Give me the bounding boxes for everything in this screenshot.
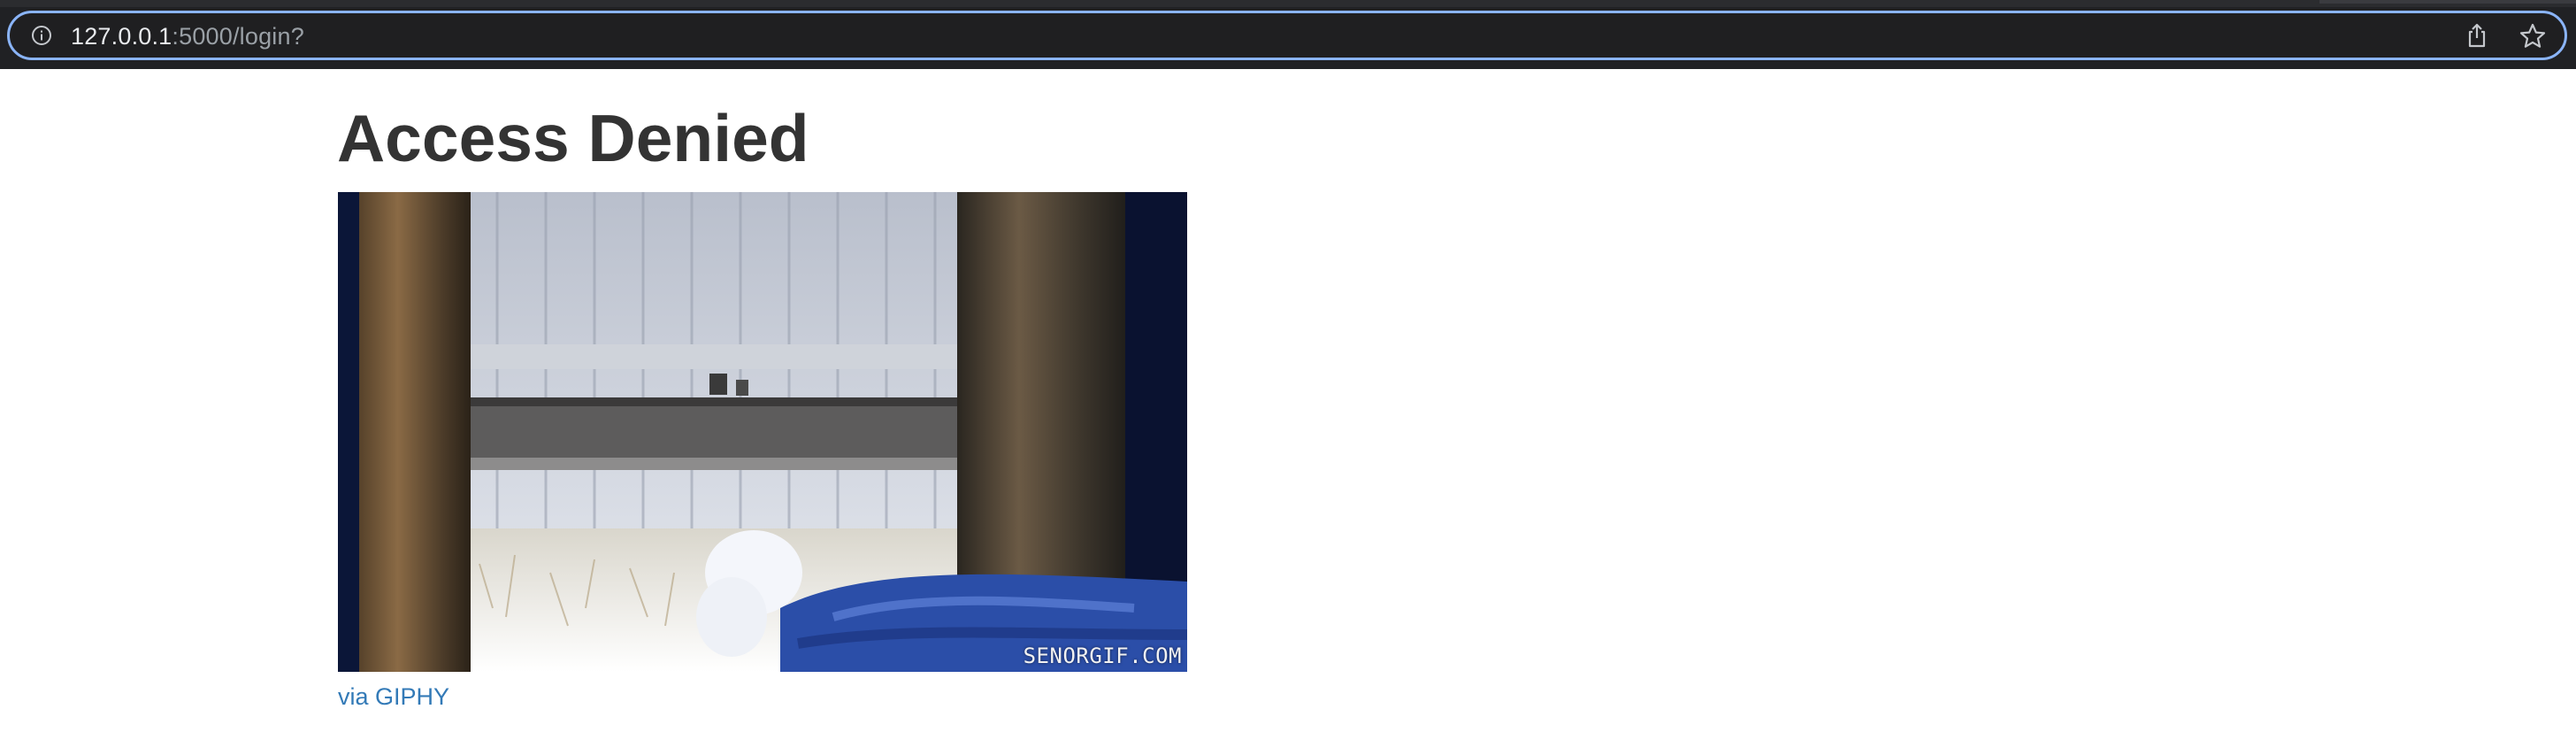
tab-strip-highlight xyxy=(2319,0,2576,4)
via-giphy-link[interactable]: via GIPHY xyxy=(338,682,449,712)
gif-illustration xyxy=(338,192,1187,672)
gif-watermark: SENORGIF.COM xyxy=(1023,644,1182,668)
page-title: Access Denied xyxy=(337,101,809,175)
denied-gif-image: SENORGIF.COM xyxy=(338,192,1187,672)
url-host: 127.0.0.1 xyxy=(71,23,172,50)
tab-strip xyxy=(0,0,2576,7)
url-path: :5000/login? xyxy=(172,23,304,50)
share-icon[interactable] xyxy=(2465,22,2489,49)
star-icon[interactable] xyxy=(2518,22,2547,50)
info-icon[interactable] xyxy=(31,25,52,46)
address-url[interactable]: 127.0.0.1:5000/login? xyxy=(71,22,304,50)
address-bar[interactable]: 127.0.0.1:5000/login? xyxy=(7,11,2567,60)
browser-toolbar: 127.0.0.1:5000/login? xyxy=(0,0,2576,69)
